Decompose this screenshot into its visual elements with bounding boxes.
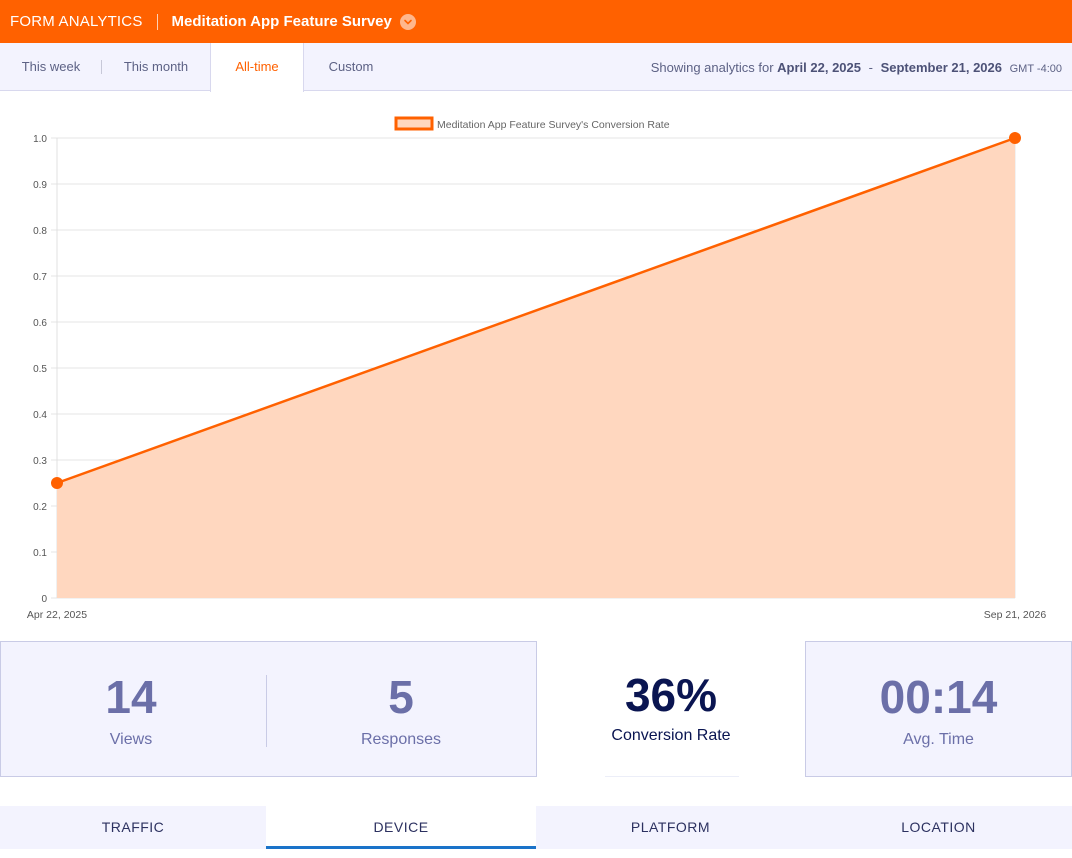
tab-this-month[interactable]: This month — [102, 43, 210, 91]
stats-panel: 14 Views 5 Responses 36% Conversion Rate… — [0, 641, 1072, 777]
stat-responses: 5 Responses — [267, 641, 535, 777]
y-tick-label: 0.1 — [33, 548, 47, 559]
range-timezone: GMT -4:00 — [1009, 63, 1062, 75]
y-tick-label: 0 — [41, 594, 47, 605]
data-point — [1009, 132, 1021, 144]
range-dash: - — [868, 60, 873, 75]
y-tick-label: 0.8 — [33, 226, 47, 237]
y-tick-label: 0.9 — [33, 180, 47, 191]
date-range: Showing analytics for April 22, 2025 - S… — [651, 43, 1062, 91]
top-bar: FORM ANALYTICS Meditation App Feature Su… — [0, 0, 1072, 43]
y-tick-label: 0.5 — [33, 364, 47, 375]
y-tick-label: 0.4 — [33, 410, 47, 421]
tab-this-week[interactable]: This week — [0, 43, 102, 91]
tab-platform[interactable]: PLATFORM — [536, 806, 805, 849]
tab-all-time[interactable]: All-time — [210, 43, 304, 92]
stat-label: Responses — [360, 731, 442, 748]
stat-value: 5 — [388, 671, 414, 723]
x-tick-label: Apr 22, 2025 — [27, 609, 87, 621]
legend-label: Meditation App Feature Survey's Conversi… — [437, 119, 670, 131]
y-tick-label: 0.2 — [33, 502, 47, 513]
highlight-underline — [605, 776, 739, 777]
chevron-down-icon[interactable] — [399, 13, 416, 30]
stat-conversion-rate: 36% Conversion Rate — [537, 641, 805, 777]
period-tabs: This week This month All-time Custom Sho… — [0, 43, 1072, 92]
data-point — [51, 477, 63, 489]
stat-label: Views — [109, 731, 153, 748]
form-selector[interactable]: Meditation App Feature Survey — [172, 13, 392, 30]
y-tick-label: 0.7 — [33, 272, 47, 283]
legend-swatch — [394, 116, 434, 131]
stat-views: 14 Views — [0, 641, 262, 777]
y-tick-label: 0.6 — [33, 318, 47, 329]
stat-value: 36% — [624, 669, 718, 721]
stat-label: Conversion Rate — [611, 727, 731, 744]
stat-label: Avg. Time — [903, 731, 974, 748]
header-divider — [156, 13, 158, 30]
tab-location[interactable]: LOCATION — [805, 806, 1072, 849]
conversion-rate-chart: 0 0.1 0.2 0.3 0.4 0.5 0.6 0.7 0.8 0.9 1.0 Apr 22, 2… — [27, 116, 1047, 621]
tab-traffic[interactable]: TRAFFIC — [0, 806, 266, 849]
y-tick-label: 0.3 — [33, 456, 47, 467]
tab-device[interactable]: DEVICE — [266, 806, 536, 849]
stat-value: 00:14 — [879, 671, 998, 723]
range-end: September 21, 2026 — [880, 60, 1002, 75]
x-tick-label: Sep 21, 2026 — [984, 609, 1047, 621]
range-start: April 22, 2025 — [777, 60, 861, 75]
range-prefix: Showing analytics for — [650, 60, 774, 75]
brand-title: FORM ANALYTICS — [10, 13, 143, 30]
stat-avg-time: 00:14 Avg. Time — [805, 641, 1072, 777]
tab-custom[interactable]: Custom — [304, 43, 398, 91]
y-tick-label: 1.0 — [33, 134, 47, 145]
breakdown-tabs: TRAFFIC DEVICE PLATFORM LOCATION — [0, 806, 1072, 849]
stat-value: 14 — [105, 671, 157, 723]
